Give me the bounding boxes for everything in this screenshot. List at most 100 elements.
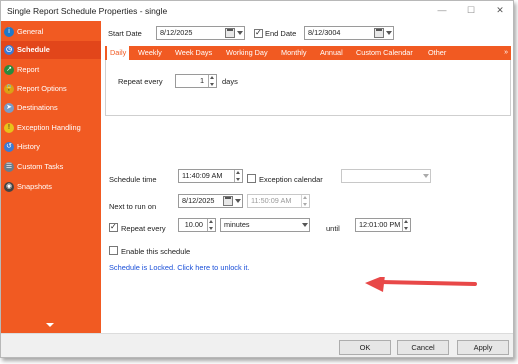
properties-dialog: Single Report Schedule Properties - sing… [0,0,514,358]
enable-schedule-label: Enable this schedule [121,247,191,256]
sidebar-item-label: Report Options [17,84,67,93]
ok-button[interactable]: OK [339,340,391,355]
sidebar-item-label: Custom Tasks [17,162,64,171]
exception-calendar-label: Exception calendar [259,175,323,184]
chevron-down-icon[interactable] [237,31,243,35]
spin-arrows-icon[interactable] [402,219,410,231]
tasks-icon: ☰ [4,162,14,172]
spin-arrows-icon[interactable] [208,75,216,87]
next-run-time-field: 11:50:09 AM [247,194,310,208]
start-date-picker[interactable]: 8/12/2025 [156,26,245,40]
sidebar-item-label: General [17,27,44,36]
warning-icon: ! [4,123,14,133]
schedule-panel: Start Date 8/12/2025 End Date 8/12/3004 … [101,21,513,333]
end-date-value: 8/12/3004 [308,28,341,37]
spin-arrows-icon[interactable] [234,170,242,182]
daily-tab-panel: Repeat every 1 days [105,60,511,116]
sidebar-item-report[interactable]: ↗ Report [1,61,101,79]
snapshot-icon: ◉ [4,182,14,192]
sidebar-item-label: Exception Handling [17,123,81,132]
end-date-picker[interactable]: 8/12/3004 [304,26,394,40]
tab-other[interactable]: Other [428,46,446,60]
sidebar-item-label: Destinations [17,103,58,112]
dialog-footer: OK Cancel Apply [1,333,513,357]
schedule-time-label: Schedule time [109,175,157,184]
window-title: Single Report Schedule Properties - sing… [7,6,168,16]
end-date-label: End Date [265,29,297,38]
next-run-time-value: 11:50:09 AM [251,196,292,205]
schedule-time-field[interactable]: 11:40:09 AM [178,169,243,183]
exception-calendar-select[interactable] [341,169,431,183]
tab-daily[interactable]: Daily [107,46,130,60]
repeat-days-label: Repeat every [118,77,163,86]
sidebar-item-label: Report [17,65,40,74]
annotation-arrow-icon [365,277,477,292]
sidebar-scroll-down-icon[interactable] [46,323,54,327]
cancel-button[interactable]: Cancel [397,340,449,355]
spin-arrows-icon[interactable] [207,219,215,231]
double-chevron-right-icon[interactable]: » [504,46,508,60]
exception-calendar-checkbox[interactable] [247,174,256,183]
sidebar-item-report-options[interactable]: 🔒 Report Options [1,80,101,98]
calendar-icon[interactable] [223,196,233,206]
sidebar-item-label: Snapshots [17,182,52,191]
sidebar-item-label: Schedule [17,45,50,54]
until-time-value: 12:01:00 PM [359,220,401,229]
tab-monthly[interactable]: Monthly [281,46,307,60]
info-icon: i [4,27,14,37]
sidebar-item-general[interactable]: i General [1,23,101,41]
chevron-down-icon[interactable] [423,174,429,178]
tab-weekly[interactable]: Weekly [138,46,162,60]
repeat-unit-value: minutes [224,220,250,229]
lock-icon: 🔒 [4,84,14,94]
close-icon[interactable]: ✕ [493,4,507,16]
repeat-every-label: Repeat every [121,224,166,233]
start-date-label: Start Date [108,29,142,38]
calendar-icon[interactable] [374,28,384,38]
report-icon: ↗ [4,65,14,75]
clock-icon: ◷ [4,45,14,55]
sidebar-item-schedule[interactable]: ◷ Schedule [1,41,101,59]
next-run-label: Next to run on [109,202,157,211]
unlock-schedule-link[interactable]: Schedule is Locked. Click here to unlock… [109,263,250,272]
sidebar-item-exception-handling[interactable]: ! Exception Handling [1,119,101,137]
start-date-value: 8/12/2025 [160,28,193,37]
sidebar-item-custom-tasks[interactable]: ☰ Custom Tasks [1,158,101,176]
tab-annual[interactable]: Annual [320,46,343,60]
maximize-icon[interactable]: ☐ [464,4,478,16]
repeat-days-value: 1 [199,76,204,85]
chevron-down-icon[interactable] [302,223,308,227]
history-icon: ↺ [4,142,14,152]
end-date-checkbox[interactable] [254,28,263,38]
apply-label: Apply [473,343,493,352]
sidebar: i General ◷ Schedule ↗ Report 🔒 Report O… [1,21,101,333]
calendar-icon[interactable] [225,28,235,38]
repeat-every-checkbox[interactable] [109,222,118,232]
repeat-days-stepper[interactable]: 1 [175,74,217,88]
frequency-tabs: Daily Weekly Week Days Working Day Month… [105,46,511,60]
minimize-icon[interactable]: — [435,4,449,16]
tab-working-day[interactable]: Working Day [226,46,268,60]
sidebar-item-label: History [17,142,40,151]
title-bar: Single Report Schedule Properties - sing… [1,1,513,21]
repeat-days-unit: days [222,77,238,86]
schedule-time-value: 11:40:09 AM [182,171,223,180]
next-run-date-value: 8/12/2025 [182,196,215,205]
tab-custom-calendar[interactable]: Custom Calendar [356,46,413,60]
tab-week-days[interactable]: Week Days [175,46,212,60]
until-label: until [326,224,340,233]
sidebar-item-snapshots[interactable]: ◉ Snapshots [1,178,101,196]
sidebar-item-destinations[interactable]: ➤ Destinations [1,99,101,117]
repeat-interval-value: 10.00 [184,220,203,229]
chevron-down-icon[interactable] [235,199,241,203]
sidebar-item-history[interactable]: ↺ History [1,138,101,156]
chevron-down-icon[interactable] [386,31,392,35]
repeat-interval-stepper[interactable]: 10.00 [178,218,216,232]
enable-schedule-checkbox[interactable] [109,246,118,255]
ok-label: OK [359,343,371,352]
repeat-unit-select[interactable]: minutes [220,218,310,232]
until-time-field[interactable]: 12:01:00 PM [355,218,411,232]
apply-button[interactable]: Apply [457,340,509,355]
next-run-date-picker[interactable]: 8/12/2025 [178,194,243,208]
paper-plane-icon: ➤ [4,103,14,113]
